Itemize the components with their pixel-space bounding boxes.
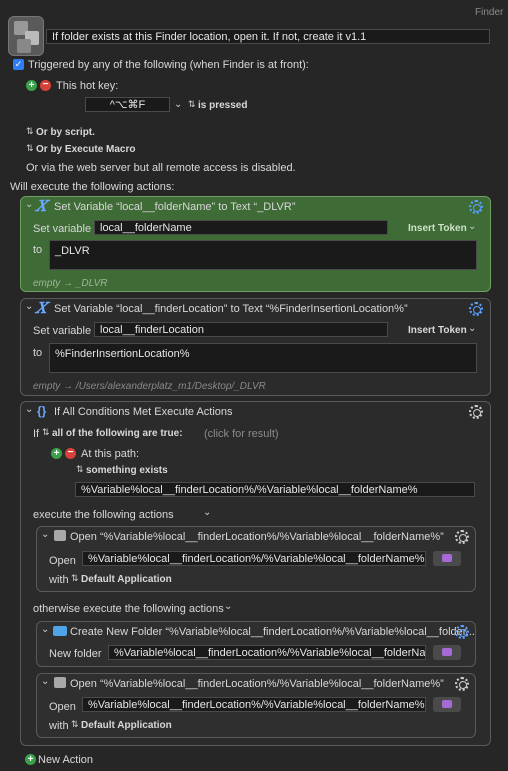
or-script[interactable]: Or by script. xyxy=(36,127,95,138)
to-label: to xyxy=(33,244,43,256)
gear-icon[interactable] xyxy=(455,677,469,691)
hotkey-mode-dropdown-icon[interactable]: ⌄ xyxy=(174,99,182,110)
insert-token-button[interactable]: Insert Token xyxy=(408,325,467,336)
gear-icon[interactable] xyxy=(455,530,469,544)
hotkey-mode[interactable]: is pressed xyxy=(198,100,247,111)
open-label: Open xyxy=(49,701,76,713)
remove-condition-icon[interactable]: − xyxy=(65,448,76,459)
preview-text: empty → /Users/alexanderplatz_m1/Desktop… xyxy=(33,381,266,392)
macro-title-field[interactable]: If folder exists at this Finder location… xyxy=(46,29,490,44)
exists-dropdown-icon[interactable]: ⇅ xyxy=(76,464,84,475)
open-label: Open xyxy=(49,555,76,567)
otherwise-label: otherwise execute the following actions xyxy=(33,603,224,615)
otherwise-chevron-icon[interactable]: ⌄ xyxy=(224,601,232,612)
action-if-conditions[interactable]: ⌄ {} If All Conditions Met Execute Actio… xyxy=(20,401,491,746)
or-web-server: Or via the web server but all remote acc… xyxy=(26,162,296,174)
or-script-sort-icon[interactable]: ⇅ xyxy=(26,126,34,137)
action-set-variable-location[interactable]: ⌄ 𝑋 Set Variable “local__finderLocation”… xyxy=(20,298,491,396)
collapse-icon[interactable]: ⌄ xyxy=(41,676,49,687)
all-dropdown-icon[interactable]: ⇅ xyxy=(42,427,50,438)
click-for-result[interactable]: (click for result) xyxy=(204,428,279,440)
preview-text: empty → _DLVR xyxy=(33,278,108,289)
or-execute-sort-icon[interactable]: ⇅ xyxy=(26,143,34,154)
with-label: with xyxy=(49,574,69,586)
braces-icon: {} xyxy=(37,404,47,418)
action-title: If All Conditions Met Execute Actions xyxy=(54,406,233,418)
set-variable-label: Set variable xyxy=(33,223,92,235)
hotkey-mode-sort-icon[interactable]: ⇅ xyxy=(188,99,196,110)
collapse-icon[interactable]: ⌄ xyxy=(41,624,49,635)
at-path-label: At this path: xyxy=(81,448,140,460)
action-open-1[interactable]: ⌄ Open “%Variable%local__finderLocation%… xyxy=(36,526,476,592)
top-right-label: Finder xyxy=(475,7,504,18)
application-select[interactable]: Default Application xyxy=(81,574,172,585)
if-label: If xyxy=(33,428,40,440)
hotkey-label: This hot key: xyxy=(56,80,119,92)
app-dropdown-icon[interactable]: ⇅ xyxy=(71,573,79,584)
variable-name-field[interactable]: local__finderLocation xyxy=(94,322,388,337)
file-icon xyxy=(54,530,66,541)
insert-token-chevron-icon[interactable]: ⌄ xyxy=(468,323,476,334)
new-action-button[interactable]: New Action xyxy=(38,754,93,766)
folder-icon xyxy=(53,626,67,636)
add-trigger-icon[interactable]: + xyxy=(26,80,37,91)
trigger-label: Triggered by any of the following (when … xyxy=(28,59,309,71)
action-title: Set Variable “local__finderLocation” to … xyxy=(54,303,408,315)
token-button-icon[interactable] xyxy=(433,645,461,660)
set-variable-label: Set variable xyxy=(33,325,92,337)
to-label: to xyxy=(33,347,43,359)
insert-token-button[interactable]: Insert Token xyxy=(408,223,467,234)
all-following-true[interactable]: all of the following are true: xyxy=(52,428,183,439)
new-folder-label: New folder xyxy=(49,648,102,660)
condition-path-field[interactable]: %Variable%local__finderLocation%/%Variab… xyxy=(75,482,475,497)
token-button-icon[interactable] xyxy=(433,697,461,712)
something-exists[interactable]: something exists xyxy=(86,465,168,476)
action-open-2[interactable]: ⌄ Open “%Variable%local__finderLocation%… xyxy=(36,673,476,738)
token-button-icon[interactable] xyxy=(433,551,461,566)
execute-label: execute the following actions xyxy=(33,509,174,521)
with-label: with xyxy=(49,720,69,732)
macro-icon xyxy=(8,16,44,56)
hotkey-field[interactable]: ^⌥⌘F xyxy=(85,97,170,112)
text-value-field[interactable]: %FinderInsertionLocation% xyxy=(49,343,477,373)
variable-x-icon: 𝑋 xyxy=(36,299,47,317)
app-dropdown-icon[interactable]: ⇅ xyxy=(71,719,79,730)
trigger-checkbox[interactable]: ✓ xyxy=(13,59,24,70)
file-icon xyxy=(54,677,66,688)
action-set-variable-folder[interactable]: ⌄ 𝑋 Set Variable “local__folderName” to … xyxy=(20,196,491,292)
will-execute-label: Will execute the following actions: xyxy=(10,181,175,193)
action-title: Set Variable “local__folderName” to Text… xyxy=(54,201,296,213)
remove-trigger-icon[interactable]: − xyxy=(40,80,51,91)
collapse-icon[interactable]: ⌄ xyxy=(25,301,33,312)
text-value-field[interactable]: _DLVR xyxy=(49,240,477,270)
add-condition-icon[interactable]: + xyxy=(51,448,62,459)
action-title: Create New Folder “%Variable%local__find… xyxy=(70,626,475,638)
variable-name-field[interactable]: local__folderName xyxy=(94,220,388,235)
gear-icon[interactable] xyxy=(469,200,483,214)
variable-x-icon: 𝑋 xyxy=(36,197,47,215)
application-select[interactable]: Default Application xyxy=(81,720,172,731)
execute-chevron-icon[interactable]: ⌄ xyxy=(203,507,211,518)
action-title: Open “%Variable%local__finderLocation%/%… xyxy=(70,678,444,690)
collapse-icon[interactable]: ⌄ xyxy=(25,199,33,210)
gear-icon[interactable] xyxy=(455,625,469,639)
collapse-icon[interactable]: ⌄ xyxy=(25,404,33,415)
new-folder-path-field[interactable]: %Variable%local__finderLocation%/%Variab… xyxy=(108,645,426,660)
collapse-icon[interactable]: ⌄ xyxy=(41,529,49,540)
insert-token-chevron-icon[interactable]: ⌄ xyxy=(468,221,476,232)
open-path-field[interactable]: %Variable%local__finderLocation%/%Variab… xyxy=(82,697,426,712)
open-path-field[interactable]: %Variable%local__finderLocation%/%Variab… xyxy=(82,551,426,566)
action-create-folder[interactable]: ⌄ Create New Folder “%Variable%local__fi… xyxy=(36,621,476,667)
gear-icon[interactable] xyxy=(469,302,483,316)
gear-icon[interactable] xyxy=(469,405,483,419)
new-action-icon[interactable]: + xyxy=(25,754,36,765)
or-execute-macro[interactable]: Or by Execute Macro xyxy=(36,144,135,155)
action-title: Open “%Variable%local__finderLocation%/%… xyxy=(70,531,444,543)
